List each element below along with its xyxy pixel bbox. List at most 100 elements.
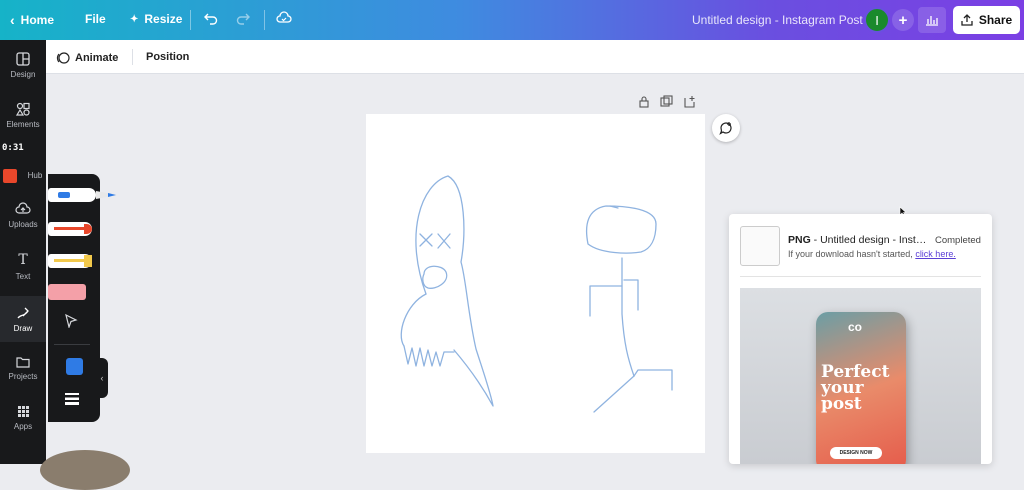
plus-icon: + xyxy=(898,11,908,29)
sidebar-item-label: Projects xyxy=(8,371,38,381)
freehand-drawing xyxy=(400,175,673,413)
download-note: If your download hasn't started, click h… xyxy=(788,249,956,259)
animate-label: Animate xyxy=(75,52,119,64)
avatar[interactable]: I xyxy=(864,7,890,33)
cursor-arrow-icon xyxy=(65,313,78,330)
comment-add-icon xyxy=(719,122,732,135)
cloud-upload-icon xyxy=(15,201,31,214)
share-icon xyxy=(961,14,973,26)
download-thumbnail xyxy=(740,226,780,266)
design-now-button[interactable]: DESIGN NOW xyxy=(830,447,882,459)
toolbar-divider xyxy=(264,10,265,30)
sidebar-item-design[interactable]: Design xyxy=(0,42,46,88)
resize-label: Resize xyxy=(144,12,183,26)
animate-button[interactable]: Animate xyxy=(56,51,118,65)
duplicate-icon[interactable] xyxy=(660,95,673,108)
download-status: Completed xyxy=(935,235,981,246)
share-button[interactable]: Share xyxy=(953,6,1020,34)
undo-icon xyxy=(204,13,218,25)
bar-chart-icon xyxy=(926,16,938,26)
undo-button[interactable] xyxy=(204,11,218,25)
sidebar-item-uploads[interactable]: Uploads xyxy=(0,192,46,238)
download-notification-panel: PNG - Untitled design - Insta... Complet… xyxy=(729,214,992,464)
click-here-link[interactable]: click here. xyxy=(915,249,956,259)
download-filename: PNG - Untitled design - Insta... xyxy=(788,234,928,246)
recording-timer: 0:31 xyxy=(0,143,26,153)
toolbar-divider xyxy=(132,49,133,65)
highlighter-tool-yellow[interactable] xyxy=(48,254,92,268)
add-collaborator-button[interactable]: + xyxy=(892,9,914,31)
position-button[interactable]: Position xyxy=(146,51,189,63)
record-indicator[interactable] xyxy=(3,169,17,183)
eraser-tool[interactable] xyxy=(48,284,86,300)
panel-divider xyxy=(740,276,981,277)
layout-icon xyxy=(16,51,30,66)
add-comment-button[interactable] xyxy=(712,114,740,142)
position-label: Position xyxy=(146,51,190,63)
chevron-left-icon: ‹ xyxy=(10,12,15,28)
design-title[interactable]: Untitled design - Instagram Post xyxy=(692,13,863,27)
panel-divider xyxy=(54,344,90,345)
download-note-text: If your download hasn't started, xyxy=(788,249,913,259)
folder-icon xyxy=(16,356,30,368)
promo-banner[interactable]: co Perfect your post DESIGN NOW xyxy=(740,288,981,464)
collapse-panel-button[interactable]: ‹ xyxy=(96,358,108,398)
stroke-weight-icon xyxy=(65,393,79,405)
pen-tip-color xyxy=(84,255,92,267)
add-page-icon[interactable] xyxy=(683,95,696,108)
text-icon: T xyxy=(18,251,28,268)
select-tool[interactable] xyxy=(64,313,78,333)
lock-icon[interactable] xyxy=(638,95,650,108)
pen-tip-color xyxy=(108,193,116,197)
color-picker-swatch[interactable] xyxy=(66,358,83,375)
home-button[interactable]: ‹ Home xyxy=(10,12,54,28)
chevron-left-icon: ‹ xyxy=(100,373,104,383)
apps-icon xyxy=(17,406,29,417)
promo-logo: co xyxy=(848,320,863,334)
pen-band xyxy=(54,227,84,230)
pen-tool-blue[interactable] xyxy=(48,188,96,202)
home-label: Home xyxy=(20,13,55,27)
animate-icon xyxy=(56,52,70,64)
file-label: File xyxy=(85,12,106,26)
sparkle-icon: ✦ xyxy=(130,13,139,25)
sidebar-item-draw[interactable]: Draw xyxy=(0,296,46,342)
download-filename-text: - Untitled design - Insta... xyxy=(810,234,928,246)
toolbar-divider xyxy=(190,10,191,30)
promo-headline: Perfect your post xyxy=(821,362,890,414)
redo-icon xyxy=(236,13,250,25)
promo-phone-image: co Perfect your post DESIGN NOW xyxy=(816,312,906,464)
canvas-controls xyxy=(638,95,696,108)
shapes-icon xyxy=(16,102,30,116)
share-label: Share xyxy=(978,13,1013,27)
design-canvas[interactable] xyxy=(366,114,705,453)
sidebar-item-label: Design xyxy=(10,69,36,79)
webcam-overlay xyxy=(40,450,130,490)
sidebar-item-label: Uploads xyxy=(8,219,38,229)
pen-tool-red[interactable] xyxy=(48,222,92,236)
resize-button[interactable]: ✦ Resize xyxy=(130,12,182,26)
sidebar-item-label: Apps xyxy=(13,422,33,431)
pen-band xyxy=(54,259,84,262)
cloud-save-button[interactable] xyxy=(276,11,292,25)
sidebar-item-text[interactable]: T Text xyxy=(0,243,46,289)
sidebar-item-label: Text xyxy=(15,271,31,281)
avatar-initial: I xyxy=(875,12,879,28)
cloud-check-icon xyxy=(276,11,292,23)
insights-button[interactable] xyxy=(918,7,946,33)
top-bar: ‹ Home File ✦ Resize Untitled design - I… xyxy=(0,0,1024,40)
sidebar-item-label: Hub xyxy=(27,170,43,180)
sidebar-item-label: Elements xyxy=(6,119,40,129)
sidebar-item-apps[interactable]: Apps xyxy=(0,395,46,441)
pen-tip-color xyxy=(84,224,92,234)
sidebar-item-elements[interactable]: Elements xyxy=(0,92,46,138)
redo-button[interactable] xyxy=(236,11,250,25)
left-sidebar: Design Elements Hub Uploads T Text Draw … xyxy=(0,40,46,464)
stroke-weight-button[interactable] xyxy=(65,392,79,410)
file-menu-button[interactable]: File xyxy=(85,12,106,26)
sidebar-item-projects[interactable]: Projects xyxy=(0,345,46,391)
download-format: PNG xyxy=(788,234,811,246)
sidebar-item-label: Draw xyxy=(13,323,33,333)
draw-tools-panel xyxy=(48,174,118,422)
pen-band xyxy=(58,192,70,198)
